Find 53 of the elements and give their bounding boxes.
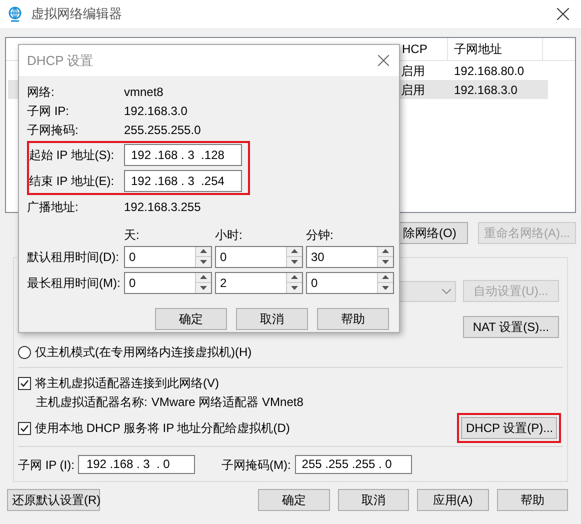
footer-button[interactable]: 取消 [338,489,409,511]
subnet-mask-field[interactable]: 255 .255 .255 . 0 [294,455,412,474]
chevron-down-icon [442,288,451,294]
footer-button[interactable]: 确定 [258,489,330,511]
adapter-name-label: 主机虚拟适配器名称: [36,394,148,411]
table-cell-text: 192.168.3.0 [453,82,518,98]
dialog-button[interactable]: 取消 [236,308,308,330]
checkbox-label: 使用本地 DHCP 服务将 IP 地址分配给虚拟机(D) [35,420,290,437]
dialog-title: DHCP 设置 [27,52,94,70]
range-label: 结束 IP 地址(E): [29,173,116,190]
adapter-name: VMware 网络适配器 VMnet8 [151,394,304,411]
checkbox[interactable] [18,422,31,434]
footer-button[interactable]: 应用(A) [417,489,488,511]
dialog-button[interactable]: 确定 [155,308,227,330]
info-value: 192.168.3.255 [124,199,201,216]
subnet-mask-label: 子网掩码(M): [221,456,291,474]
subnet-ip-label: 子网 IP (I): [18,456,74,474]
ip-field[interactable]: 192 .168 . 3 .254 [124,170,242,192]
ip-field[interactable]: 192 .168 . 3 .128 [124,144,242,166]
range-label: 起始 IP 地址(S): [29,147,116,164]
check-icon [20,424,29,432]
table-button[interactable]: 除网络(O) [398,222,468,244]
table-cell-text: 启用 [400,62,426,80]
lease-label: 最长租用时间(M): [27,274,122,292]
footer-button[interactable]: 帮助 [496,489,568,511]
table-cell-text: 启用 [400,82,426,98]
info-label: 子网 IP: [27,102,70,120]
nat-settings-button[interactable]: NAT 设置(S)... [463,316,559,338]
column-header[interactable]: 子网地址 [448,38,543,60]
info-value: vmnet8 [124,84,164,100]
lease-label: 默认租用时间(D): [27,248,120,266]
info-label: 网络: [27,84,56,100]
lease-header: 小时: [215,227,244,242]
radio-button[interactable] [18,346,31,358]
checkbox-label: 将主机虚拟适配器连接到此网络(V) [35,375,219,392]
lease-header: 分钟: [306,227,334,242]
dhcp-settings-button[interactable]: DHCP 设置(P)... [461,417,557,439]
subnet-ip-field[interactable]: 192 .168 . 3 . 0 [78,455,196,474]
globe-icon [7,6,23,22]
lease-header: 天: [124,227,140,242]
info-label: 广播地址: [27,199,80,216]
info-value: 255.255.255.0 [124,122,201,138]
checkbox[interactable] [18,376,31,390]
close-icon[interactable] [378,55,389,66]
window-title: 虚拟网络编辑器 [31,5,123,24]
dialog-button[interactable]: 帮助 [317,308,389,330]
check-icon [20,378,29,388]
close-icon[interactable] [557,8,569,20]
info-value: 192.168.3.0 [124,102,188,120]
footer-button[interactable]: 还原默认设置(R) [7,489,100,511]
info-label: 子网掩码: [27,122,80,138]
radio-label: 仅主机模式(在专用网络内连接虚拟机)(H) [35,344,252,361]
table-cell-text: 192.168.80.0 [453,62,526,80]
